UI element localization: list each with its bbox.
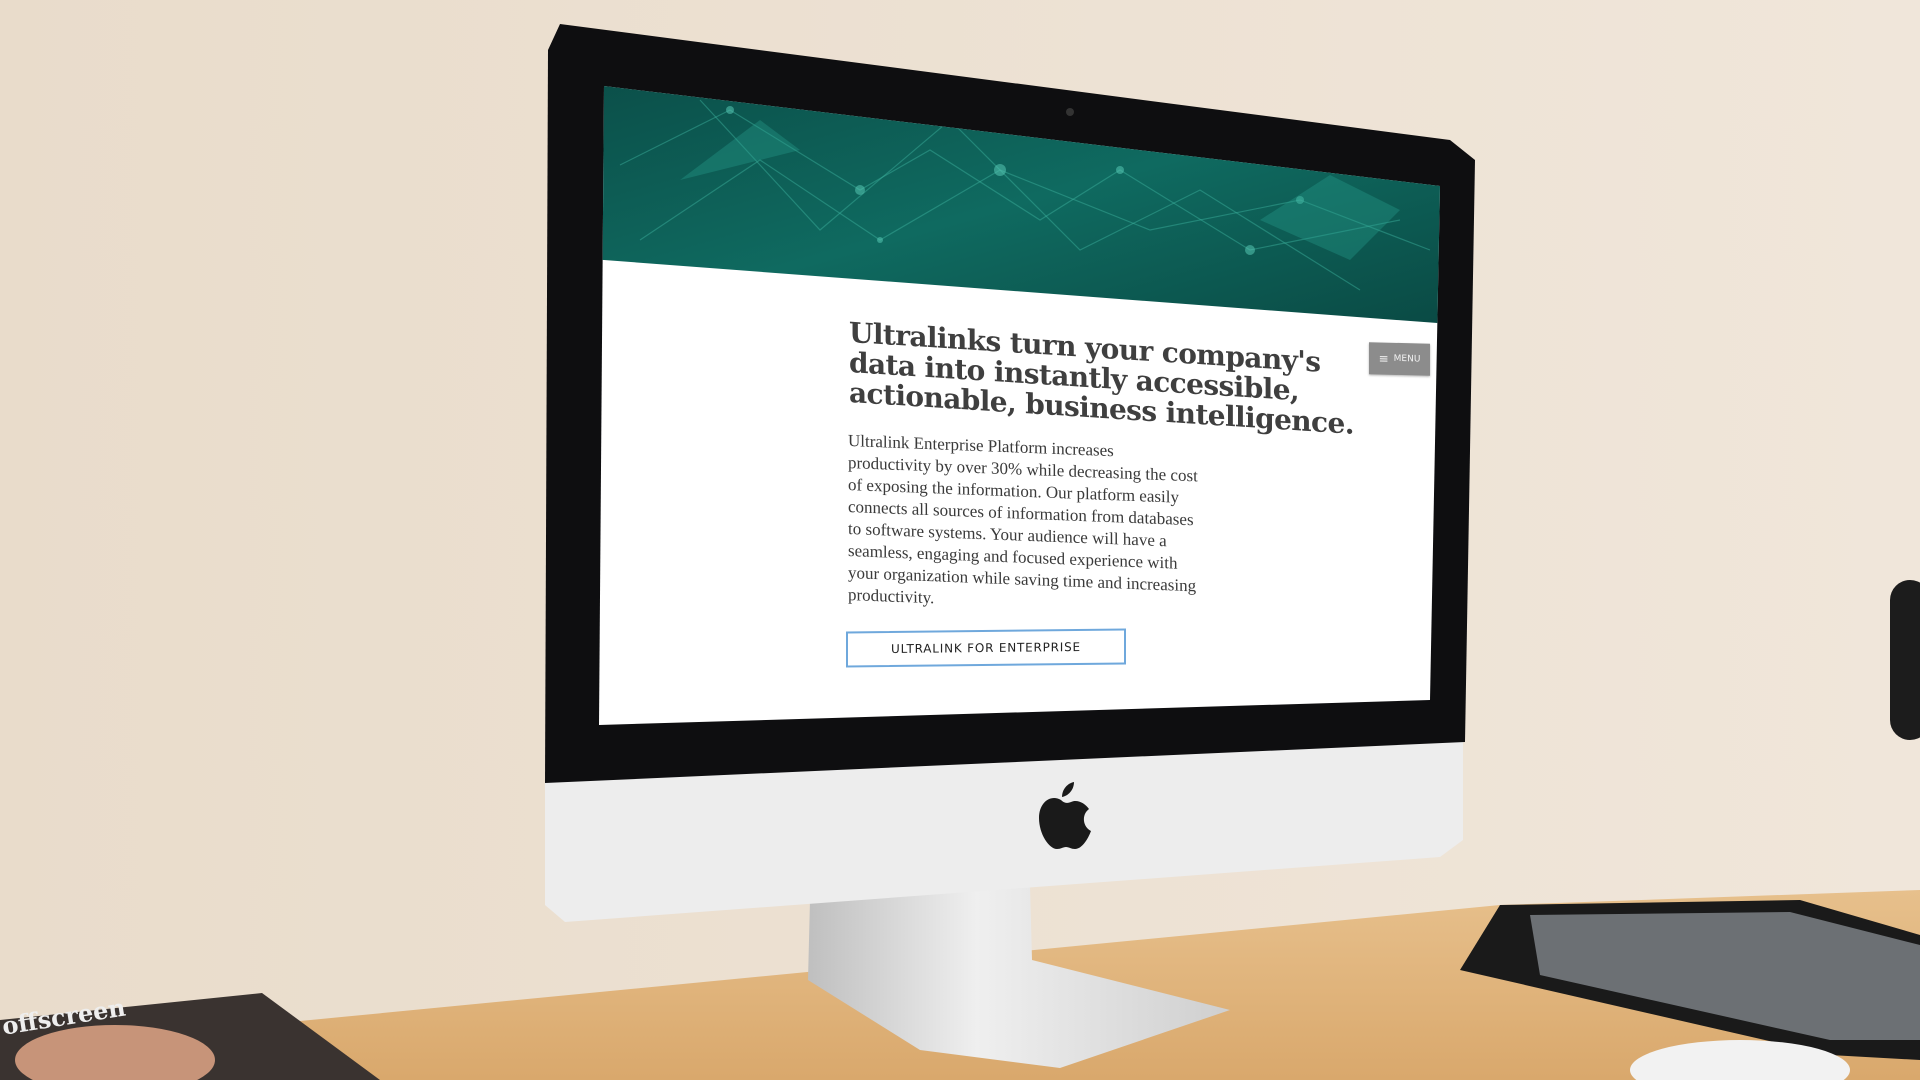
ultralink-enterprise-button[interactable]: ULTRALINK FOR ENTERPRISE (846, 628, 1126, 668)
menu-hamburger-icon: ≡ (1378, 351, 1389, 366)
lamp (1890, 580, 1920, 740)
camera (1066, 108, 1074, 116)
intro-paragraph: Ultralink Enterprise Platform increases … (848, 430, 1228, 621)
menu-button[interactable]: ≡ MENU (1369, 342, 1430, 376)
menu-label: MENU (1393, 353, 1421, 365)
